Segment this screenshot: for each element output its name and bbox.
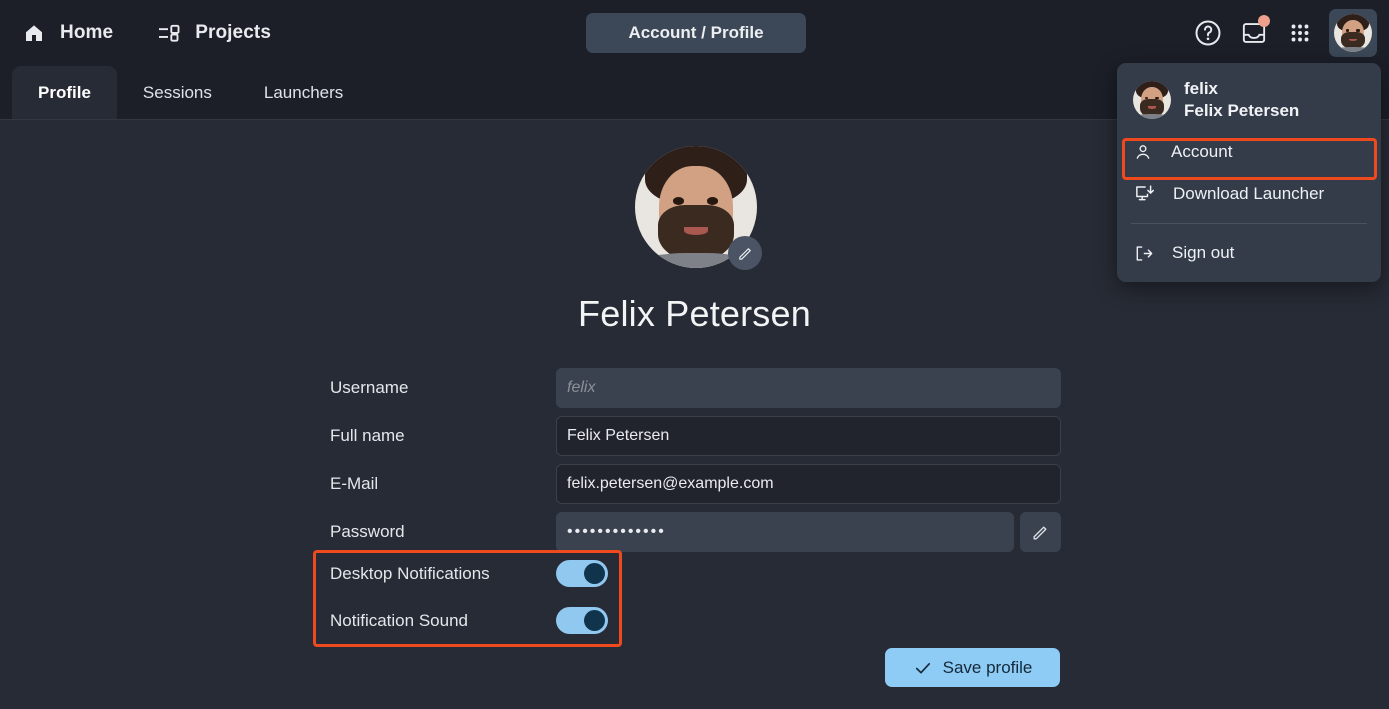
pencil-icon [1031,523,1050,542]
username-label: Username [330,378,409,397]
menu-item-sign-out[interactable]: Sign out [1117,232,1381,274]
fullname-input[interactable] [556,416,1061,456]
password-control-group [556,512,1061,552]
monitor-download-icon [1133,183,1155,205]
avatar [1133,81,1171,119]
save-profile-label: Save profile [942,657,1033,677]
top-right-actions [1185,0,1377,65]
nav-item-home[interactable]: Home [22,21,113,45]
fullname-label: Full name [330,426,405,445]
check-icon [913,658,933,678]
field-row-email: E-Mail [330,460,1061,508]
profile-form: Username Full name E-Mail Password [330,364,1061,556]
nav-home-label: Home [60,21,114,43]
tab-profile[interactable]: Profile [12,66,117,119]
breadcrumb-label: Account / Profile [628,23,764,42]
tab-launchers-label: Launchers [263,82,344,102]
tab-profile-label: Profile [38,82,91,102]
toggle-row-notification-sound: Notification Sound [330,597,608,644]
menu-item-account[interactable]: Account [1117,131,1381,173]
menu-username: felix [1184,79,1219,98]
edit-avatar-button[interactable] [728,236,762,270]
password-label: Password [330,522,405,541]
notification-sound-toggle[interactable] [556,607,608,634]
menu-divider [1131,223,1367,224]
email-label: E-Mail [330,474,379,493]
avatar [1334,13,1372,52]
menu-item-sign-out-label: Sign out [1172,243,1235,262]
breadcrumb-account-profile[interactable]: Account / Profile [586,13,806,53]
person-icon [1133,142,1153,162]
notification-sound-label: Notification Sound [330,610,468,630]
tab-sessions-label: Sessions [142,82,212,102]
menu-item-download-launcher[interactable]: Download Launcher [1117,173,1381,215]
password-input[interactable] [556,512,1014,552]
page-title: Felix Petersen [578,293,811,334]
nav-projects-label: Projects [195,21,271,43]
tab-sessions[interactable]: Sessions [117,66,238,119]
desktop-notifications-toggle[interactable] [556,560,608,587]
notification-settings-group: Desktop Notifications Notification Sound [330,550,608,644]
tab-launchers[interactable]: Launchers [238,66,369,119]
apps-grid-icon [1287,20,1313,46]
menu-item-account-label: Account [1171,142,1233,161]
user-dropdown-menu: felix Felix Petersen Account Download La… [1117,63,1381,282]
field-row-username: Username [330,364,1061,412]
pencil-icon [737,245,754,262]
sign-out-icon [1133,243,1154,264]
apps-menu-button[interactable] [1277,10,1323,56]
username-input[interactable] [556,368,1061,408]
help-button[interactable] [1185,10,1231,56]
edit-password-button[interactable] [1020,512,1061,552]
menu-fullname: Felix Petersen [1184,101,1300,120]
desktop-notifications-label: Desktop Notifications [330,563,490,583]
menu-user-header: felix Felix Petersen [1117,73,1381,131]
nav-item-projects[interactable]: Projects [157,21,271,45]
home-icon [22,21,46,45]
user-avatar-button[interactable] [1329,8,1377,57]
save-profile-button[interactable]: Save profile [885,648,1060,687]
email-input[interactable] [556,464,1061,504]
question-circle-icon [1193,18,1223,48]
toggle-row-desktop-notifications: Desktop Notifications [330,550,608,597]
projects-list-icon [157,21,181,45]
field-row-fullname: Full name [330,412,1061,460]
profile-avatar-wrapper [635,146,762,270]
menu-item-download-launcher-label: Download Launcher [1173,184,1325,203]
top-navigation-bar: Home Projects Account / Profile [0,0,1389,65]
field-row-password: Password [330,508,1061,556]
inbox-button[interactable] [1231,10,1277,56]
notification-badge-dot [1258,14,1270,27]
menu-user-text: felix Felix Petersen [1184,79,1299,121]
